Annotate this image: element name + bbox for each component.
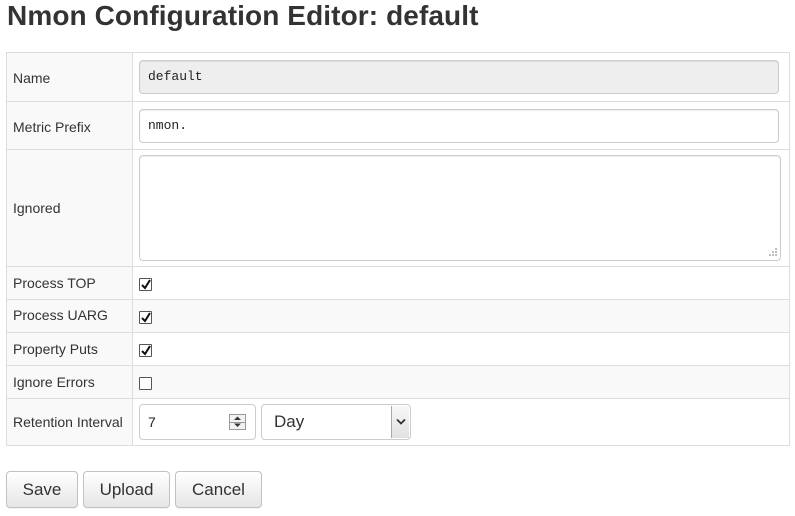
page-title: Nmon Configuration Editor: default <box>7 0 479 31</box>
ignored-label: Ignored <box>13 200 61 216</box>
arrow-down-icon <box>234 423 241 427</box>
spinner-arrows-icon[interactable] <box>229 414 246 430</box>
upload-button[interactable]: Upload <box>83 471 170 508</box>
chevron-down-icon <box>396 418 406 425</box>
property-puts-checkbox[interactable] <box>139 344 152 357</box>
process-top-checkbox[interactable] <box>139 278 152 291</box>
ignore-errors-checkbox[interactable] <box>139 377 152 390</box>
name-label: Name <box>13 70 51 86</box>
ignore-errors-label: Ignore Errors <box>13 374 95 390</box>
retention-unit-select[interactable]: Day <box>261 404 411 440</box>
save-button[interactable]: Save <box>6 471 78 508</box>
form-row-ignored: Ignored <box>7 149 789 266</box>
dropdown-button[interactable] <box>391 406 409 438</box>
config-form: Name default Metric Prefix nmon. Ignored… <box>6 52 790 446</box>
checkmark-icon <box>141 345 151 356</box>
arrow-up-icon <box>234 416 241 420</box>
checkmark-icon <box>141 279 151 290</box>
process-uarg-label: Process UARG <box>13 307 108 323</box>
retention-interval-value: 7 <box>148 414 156 430</box>
form-row-name: Name default <box>7 53 789 101</box>
process-top-label: Process TOP <box>13 275 96 291</box>
form-row-retention-interval: Retention Interval 7 Day <box>7 398 789 445</box>
process-uarg-checkbox[interactable] <box>139 311 152 324</box>
form-row-process-top: Process TOP <box>7 266 789 299</box>
ignored-textarea[interactable] <box>139 155 781 261</box>
spinner-down-button[interactable] <box>230 422 245 429</box>
name-field[interactable]: default <box>139 60 779 94</box>
retention-interval-number-input[interactable]: 7 <box>139 404 256 440</box>
resize-grip-icon[interactable] <box>766 246 778 258</box>
metric-prefix-field[interactable]: nmon. <box>139 109 779 143</box>
form-row-process-uarg: Process UARG <box>7 299 789 332</box>
form-row-metric-prefix: Metric Prefix nmon. <box>7 101 789 149</box>
property-puts-label: Property Puts <box>13 341 98 357</box>
form-row-ignore-errors: Ignore Errors <box>7 365 789 398</box>
retention-interval-label: Retention Interval <box>13 414 123 430</box>
retention-unit-selected: Day <box>274 412 305 431</box>
metric-prefix-label: Metric Prefix <box>13 119 91 135</box>
checkmark-icon <box>141 312 151 323</box>
cancel-button[interactable]: Cancel <box>175 471 262 508</box>
form-row-property-puts: Property Puts <box>7 332 789 365</box>
